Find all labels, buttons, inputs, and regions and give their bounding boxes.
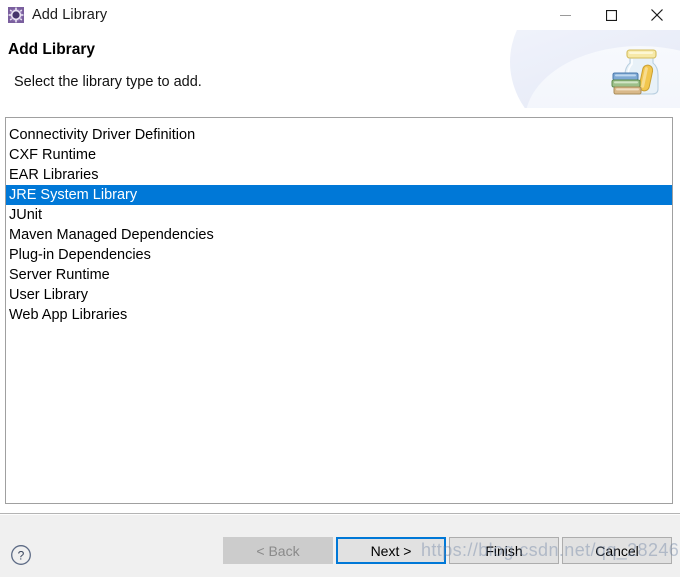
list-item[interactable]: Maven Managed Dependencies xyxy=(6,225,672,245)
wizard-footer: ? < Back Next > Finish Cancel xyxy=(0,515,680,577)
jar-with-books-icon xyxy=(606,41,668,99)
library-type-list-body: Connectivity Driver Definition CXF Runtim… xyxy=(6,118,672,325)
list-item[interactable]: Server Runtime xyxy=(6,265,672,285)
window-controls xyxy=(542,0,680,30)
main-content: Connectivity Driver Definition CXF Runtim… xyxy=(0,109,680,513)
page-title: Add Library xyxy=(8,41,95,58)
list-item[interactable]: Web App Libraries xyxy=(6,305,672,325)
list-item[interactable]: CXF Runtime xyxy=(6,145,672,165)
list-item[interactable]: JUnit xyxy=(6,205,672,225)
eclipse-gear-icon xyxy=(8,7,24,23)
library-type-list[interactable]: Connectivity Driver Definition CXF Runtim… xyxy=(5,117,673,504)
next-button[interactable]: Next > xyxy=(336,537,446,564)
list-item[interactable]: EAR Libraries xyxy=(6,165,672,185)
title-bar: Add Library xyxy=(0,0,680,30)
cancel-button[interactable]: Cancel xyxy=(562,537,672,564)
page-subtitle: Select the library type to add. xyxy=(14,74,202,90)
wizard-header: Add Library Select the library type to a… xyxy=(0,30,680,108)
back-button: < Back xyxy=(223,537,333,564)
list-item[interactable]: User Library xyxy=(6,285,672,305)
finish-button[interactable]: Finish xyxy=(449,537,559,564)
minimize-icon[interactable] xyxy=(542,0,588,30)
maximize-icon[interactable] xyxy=(588,0,634,30)
window-title: Add Library xyxy=(32,7,108,23)
wizard-button-row: < Back Next > Finish Cancel xyxy=(220,537,672,564)
close-icon[interactable] xyxy=(634,0,680,30)
svg-text:?: ? xyxy=(18,548,25,562)
list-item[interactable]: Connectivity Driver Definition xyxy=(6,125,672,145)
list-item[interactable]: JRE System Library xyxy=(6,185,672,205)
help-question-icon[interactable]: ? xyxy=(10,544,32,566)
list-item[interactable]: Plug-in Dependencies xyxy=(6,245,672,265)
